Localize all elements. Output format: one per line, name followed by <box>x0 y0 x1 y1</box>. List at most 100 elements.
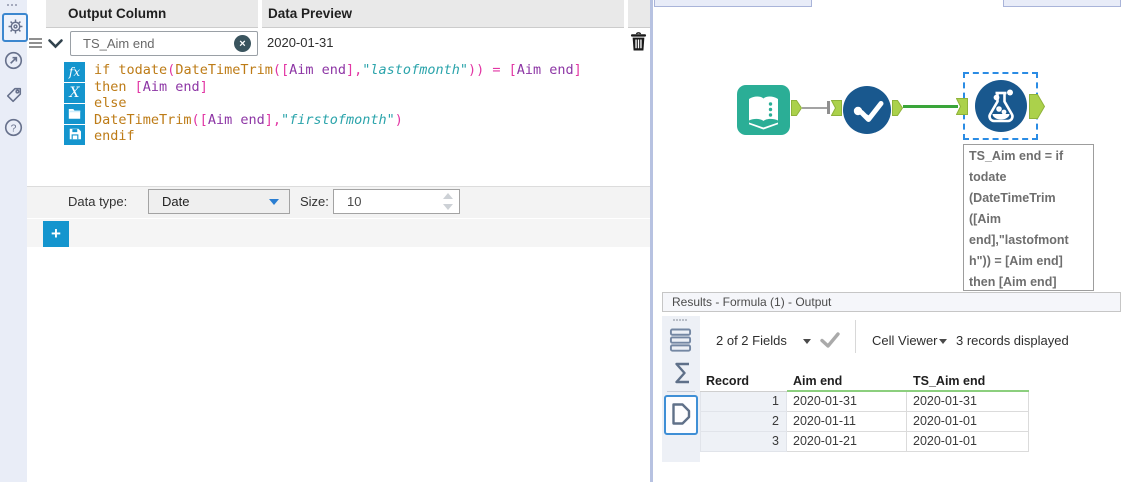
column-header[interactable]: Record <box>700 373 787 392</box>
output-anchor-icon[interactable] <box>1029 94 1046 122</box>
saved-expressions-button[interactable] <box>64 104 85 124</box>
tooltip-line: todate <box>969 170 1007 184</box>
formula-tool[interactable] <box>975 80 1027 135</box>
tooltip-line: then [Aim end] <box>969 275 1057 289</box>
formula-editor-toolbar: fx X <box>64 62 85 146</box>
input-data-tool-icon <box>737 85 790 138</box>
sigma-icon <box>671 362 693 389</box>
record-number-cell[interactable]: 3 <box>700 432 787 452</box>
tag-icon <box>5 86 23 107</box>
dropdown-caret-icon <box>269 199 279 205</box>
profile-view-button[interactable] <box>671 360 693 389</box>
insert-variable-button[interactable]: X <box>64 83 85 103</box>
add-expression-button[interactable]: + <box>43 221 69 247</box>
results-title: Results - Formula (1) - Output <box>672 295 832 309</box>
tooltip-line: (DateTimeTrim <box>969 191 1056 205</box>
data-cell[interactable]: 2020-01-31 <box>787 392 907 412</box>
annotation-tab-button[interactable] <box>3 84 24 108</box>
column-header[interactable]: Aim end <box>787 373 907 392</box>
formula-line: endif <box>94 128 135 144</box>
data-cell[interactable]: 2020-01-11 <box>787 412 907 432</box>
records-displayed-label: 3 records displayed <box>956 333 1069 348</box>
formula-line: DateTimeTrim([Aim end],"firstofmonth") <box>94 111 403 128</box>
data-preview-header: Data Preview <box>262 0 624 28</box>
formula-expression-editor[interactable]: if todate(DateTimeTrim([Aim end],"lastof… <box>94 62 582 145</box>
results-title-bar[interactable]: Results - Formula (1) - Output <box>662 292 1121 312</box>
output-anchor-icon[interactable] <box>892 100 904 119</box>
size-value: 10 <box>347 194 362 209</box>
input-data-tool[interactable] <box>737 85 790 138</box>
panel-separator[interactable] <box>650 0 653 482</box>
tooltip-line: ([Aim <box>969 212 1001 226</box>
spinner-down-icon[interactable] <box>443 204 453 210</box>
data-cell[interactable]: 2020-01-01 <box>907 432 1029 452</box>
check-tool[interactable] <box>843 86 891 137</box>
input-anchor-icon[interactable] <box>955 98 968 118</box>
config-left-rail: ? <box>0 0 28 482</box>
canvas-tab-stub-right[interactable] <box>1003 0 1121 7</box>
table-row[interactable]: 2 2020-01-11 2020-01-01 <box>700 412 1029 432</box>
trash-icon <box>630 32 647 55</box>
fields-summary-dropdown[interactable]: 2 of 2 Fields <box>716 328 787 354</box>
output-anchor-icon[interactable] <box>791 100 803 119</box>
output-column-header: Output Column <box>46 0 258 28</box>
wire-end-tick <box>827 101 830 114</box>
results-table-header: Record Aim end TS_Aim end <box>700 373 1029 392</box>
layout-view-button[interactable] <box>669 327 692 357</box>
formula-line: if todate(DateTimeTrim([Aim end],"lastof… <box>94 62 582 78</box>
help-tab-button[interactable]: ? <box>3 117 24 141</box>
results-table[interactable]: Record Aim end TS_Aim end 1 2020-01-31 2020-0… <box>700 373 1029 452</box>
table-row[interactable]: 3 2020-01-21 2020-01-01 <box>700 432 1029 452</box>
apply-button[interactable] <box>820 331 840 351</box>
floppy-disk-icon <box>69 128 81 143</box>
svg-text:?: ? <box>11 123 17 134</box>
formula-tool-icon <box>975 80 1027 135</box>
data-cell[interactable]: 2020-01-21 <box>787 432 907 452</box>
data-cell[interactable]: 2020-01-31 <box>907 392 1029 412</box>
insert-function-button[interactable]: fx <box>64 62 85 82</box>
record-number-cell[interactable]: 1 <box>700 392 787 412</box>
row-grip-icon[interactable] <box>29 38 42 40</box>
circle-arrow-icon <box>4 51 23 73</box>
table-row[interactable]: 1 2020-01-31 2020-01-31 <box>700 392 1029 412</box>
checkmark-icon <box>820 332 840 351</box>
size-label: Size: <box>300 194 329 209</box>
fx-icon: fx <box>68 65 81 79</box>
formula-line: then [Aim end] <box>94 78 208 95</box>
navigation-tab-button[interactable] <box>3 50 24 74</box>
rail-drag-handle-icon[interactable] <box>7 4 9 6</box>
canvas-tab-stub-left[interactable] <box>654 0 812 7</box>
fields-caret-icon[interactable] <box>803 339 811 344</box>
data-type-dropdown[interactable]: Date <box>148 189 290 214</box>
output-column-name-input[interactable] <box>70 31 258 56</box>
formula-line: else <box>94 95 127 111</box>
save-expression-button[interactable] <box>64 125 85 145</box>
tooltip-line: end],"lastofmont <box>969 233 1069 247</box>
data-cell[interactable]: 2020-01-01 <box>907 412 1029 432</box>
clear-field-button[interactable]: × <box>234 35 251 52</box>
strip-divider <box>667 391 695 392</box>
data-view-icon <box>669 400 693 431</box>
input-anchor-icon[interactable] <box>830 100 842 119</box>
record-number-cell[interactable]: 2 <box>700 412 787 432</box>
formula-annotation-tooltip: TS_Aim end = if todate (DateTimeTrim ([Aim e… <box>963 144 1094 291</box>
chevron-down-icon <box>47 39 64 54</box>
data-type-value: Date <box>162 194 190 209</box>
folder-icon <box>68 107 81 122</box>
column-header[interactable]: TS_Aim end <box>907 373 1029 392</box>
connection-wire-gray[interactable] <box>802 107 828 109</box>
connection-wire-green[interactable] <box>903 105 958 108</box>
delete-expression-button[interactable] <box>630 31 647 55</box>
strip-drag-handle-icon[interactable] <box>673 319 675 321</box>
cell-viewer-caret-icon[interactable] <box>939 339 947 344</box>
configuration-tab-button[interactable] <box>2 13 28 42</box>
variable-x-icon: X <box>69 85 80 101</box>
data-view-button[interactable] <box>664 395 698 435</box>
expand-row-button[interactable] <box>47 37 64 54</box>
spinner-up-icon[interactable] <box>443 193 453 199</box>
size-input[interactable]: 10 <box>333 189 460 214</box>
tooltip-line: h")) = [Aim end] <box>969 254 1063 268</box>
stacked-layout-icon <box>669 328 692 357</box>
cell-viewer-dropdown[interactable]: Cell Viewer <box>872 328 938 354</box>
actions-header <box>628 0 650 28</box>
